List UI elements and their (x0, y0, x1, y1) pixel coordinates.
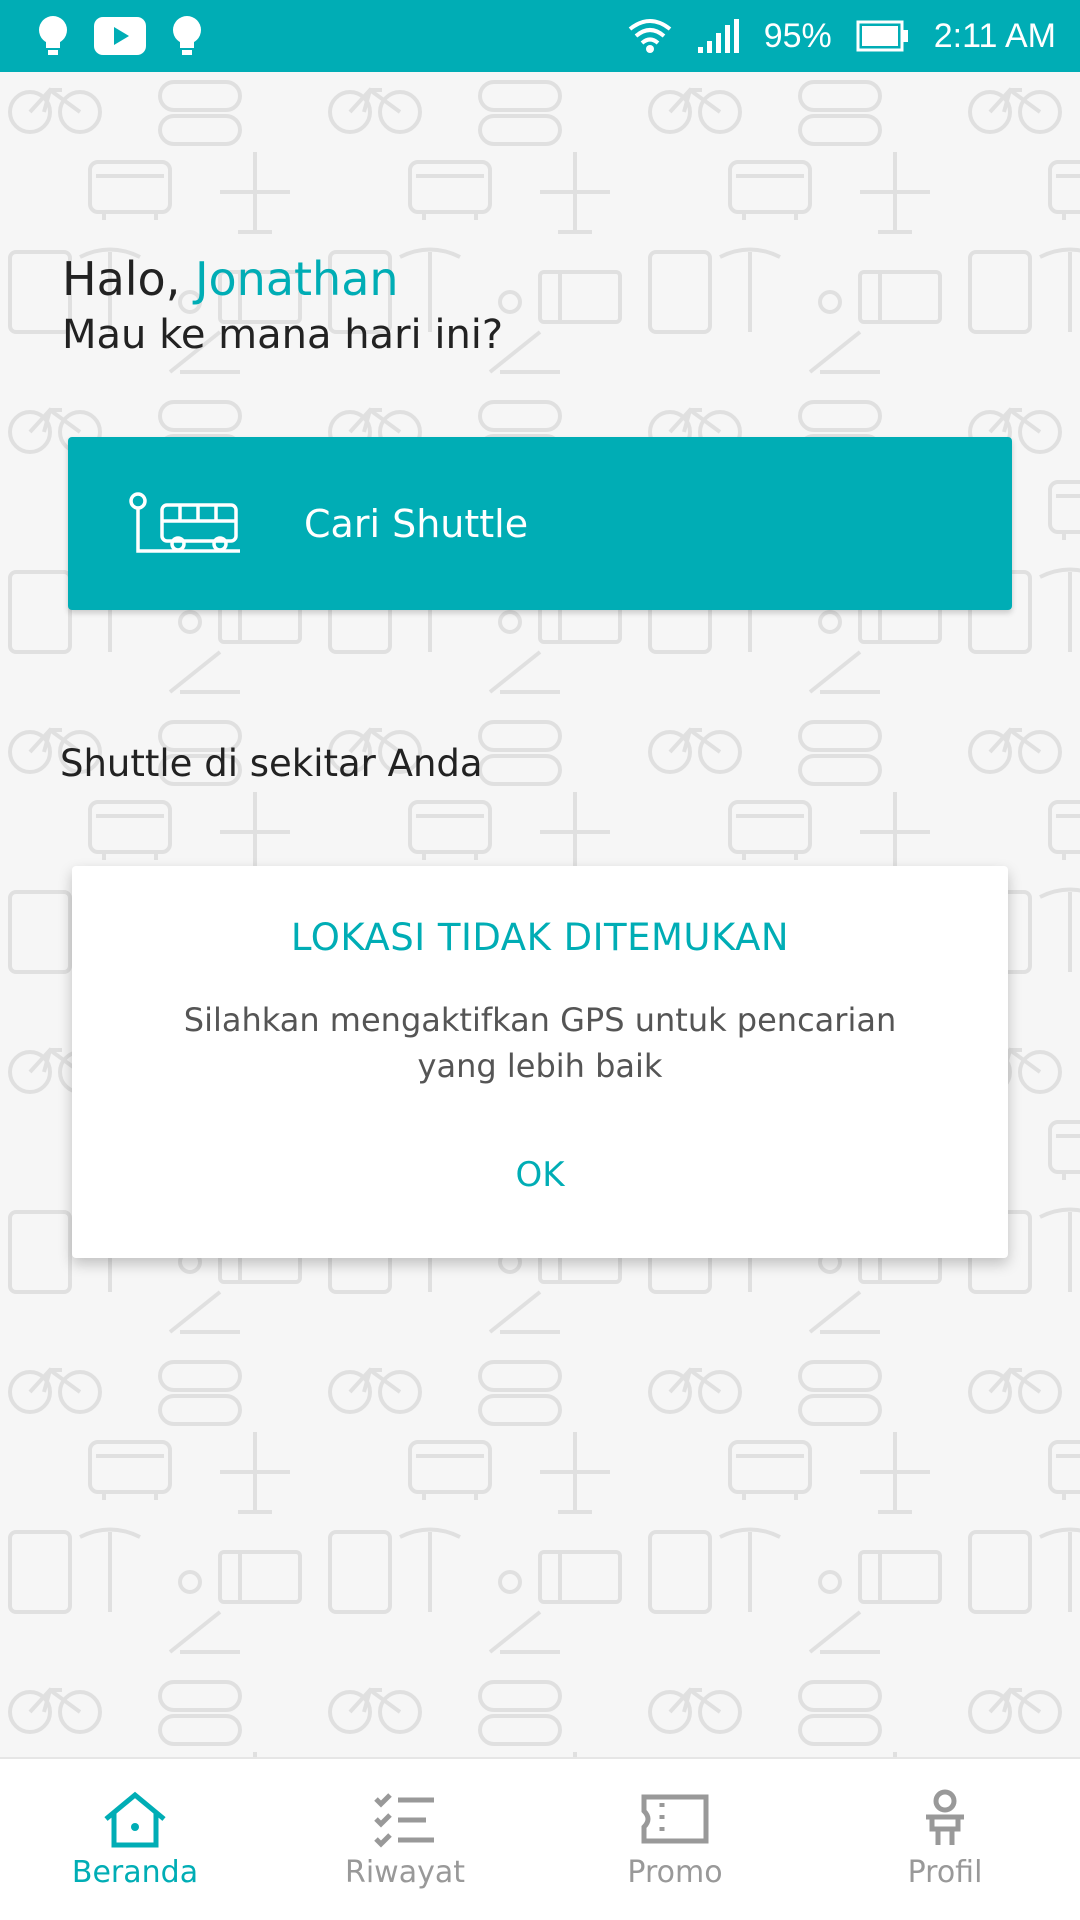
youtube-icon (94, 17, 146, 55)
wifi-icon (628, 19, 671, 53)
lightbulb-icon (173, 16, 201, 55)
status-right-icons: 95% 2:11 AM (628, 17, 1056, 56)
dialog-ok-button[interactable]: OK (491, 1149, 588, 1201)
greeting-question: Mau ke mana hari ini? (62, 312, 504, 358)
signal-icon (697, 19, 739, 53)
status-bar: 95% 2:11 AM (0, 0, 1080, 72)
greeting-hello: Halo, Jonathan (62, 252, 503, 306)
dialog-message: Silahkan mengaktifkan GPS untuk pencaria… (183, 1001, 897, 1085)
nav-item-riwayat[interactable]: Riwayat (270, 1759, 540, 1920)
search-shuttle-button[interactable]: Cari Shuttle (68, 437, 1012, 610)
nav-label: Riwayat (345, 1855, 465, 1890)
nav-label: Promo (627, 1855, 723, 1890)
home-icon (104, 1791, 166, 1848)
nav-item-promo[interactable]: Promo (540, 1759, 810, 1920)
nav-item-beranda[interactable]: Beranda (0, 1759, 270, 1920)
search-shuttle-label: Cari Shuttle (304, 501, 529, 546)
dialog-title: LOKASI TIDAK DITEMUKAN (290, 916, 790, 959)
location-not-found-dialog: LOKASI TIDAK DITEMUKAN Silahkan mengakti… (72, 866, 1008, 1258)
nearby-shuttle-title: Shuttle di sekitar Anda (60, 742, 483, 785)
nav-label: Beranda (71, 1855, 199, 1890)
bottom-navigation: Beranda Riwayat Promo Profil (0, 1757, 1080, 1920)
shuttle-bus-icon (129, 491, 240, 553)
clock: 2:11 AM (933, 16, 1056, 55)
profile-icon (926, 1789, 964, 1845)
greeting: Halo, Jonathan Mau ke mana hari ini? (62, 252, 503, 358)
greeting-prefix: Halo, (62, 252, 195, 306)
user-name: Jonathan (194, 252, 399, 306)
nav-item-profil[interactable]: Profil (810, 1759, 1080, 1920)
ticket-icon (641, 1794, 709, 1844)
battery-percent: 95% (763, 16, 832, 55)
status-left-icons (36, 14, 204, 58)
history-list-icon (374, 1793, 434, 1848)
battery-icon (856, 20, 908, 52)
lightbulb-icon (39, 16, 67, 55)
nav-label: Profil (907, 1855, 983, 1890)
